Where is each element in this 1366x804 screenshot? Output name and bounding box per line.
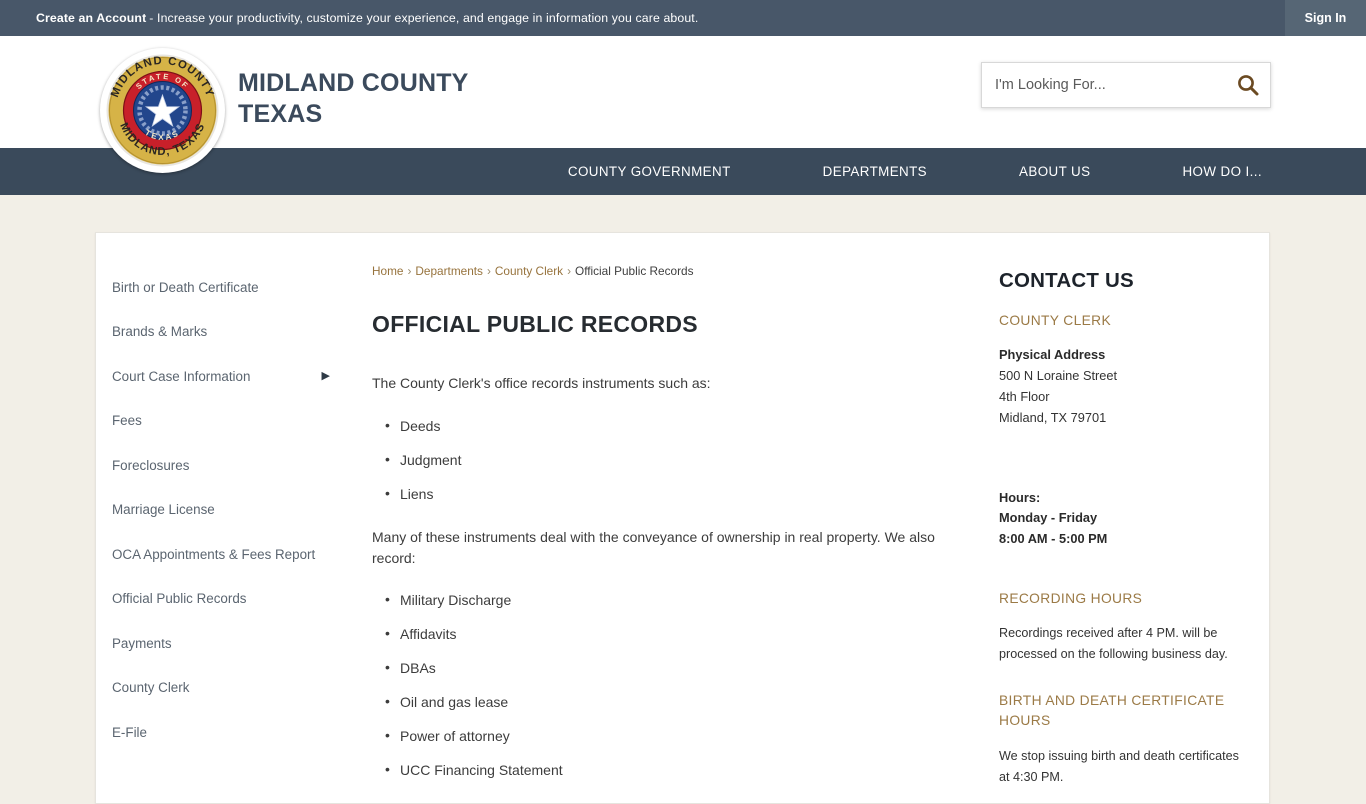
- chevron-right-icon: ▶: [321, 369, 330, 382]
- list-item: Deeds: [372, 415, 973, 437]
- contact-us-heading: CONTACT US: [999, 269, 1134, 292]
- sidebar-item-e-file[interactable]: E-File: [96, 710, 356, 755]
- sidebar-item-county-clerk[interactable]: County Clerk: [96, 666, 356, 711]
- breadcrumb-item-home[interactable]: Home: [372, 264, 403, 278]
- sidebar-item-label: Foreclosures: [112, 457, 190, 473]
- secondary-paragraph: Many of these instruments deal with the …: [372, 528, 935, 566]
- breadcrumb-item-county-clerk[interactable]: County Clerk: [495, 264, 563, 278]
- search-icon: [1238, 75, 1259, 96]
- sidebar-item-label: Brands & Marks: [112, 324, 208, 340]
- content-card: Birth or Death Certificate Brands & Mark…: [95, 232, 1270, 804]
- physical-address-label: Physical Address: [999, 347, 1106, 363]
- sidebar-item-oca-appointments-and-fees-report[interactable]: OCA Appointments & Fees Report: [96, 532, 356, 577]
- breadcrumb-item-current: Official Public Records: [575, 264, 694, 278]
- nav-item-how-do-i[interactable]: HOW DO I...: [1164, 164, 1280, 179]
- contact-department-name: COUNTY CLERK: [999, 313, 1112, 328]
- sidebar-item-marriage-license[interactable]: Marriage License: [96, 488, 356, 533]
- sidebar-item-birth-or-death-certificate[interactable]: Birth or Death Certificate: [96, 265, 356, 310]
- sidebar-item-court-case-information[interactable]: Court Case Information ▶: [96, 354, 356, 399]
- sidebar-item-label: OCA Appointments & Fees Report: [112, 546, 316, 562]
- site-title[interactable]: MIDLAND COUNTY TEXAS: [238, 68, 469, 129]
- contact-us-panel: CONTACT US COUNTY CLERK Physical Address…: [991, 233, 1269, 803]
- recording-hours-heading: RECORDING HOURS: [999, 590, 1143, 606]
- list-item: UCC Financing Statement: [372, 759, 973, 781]
- top-utility-bar: Create an Account - Increase your produc…: [0, 0, 1366, 36]
- sidebar-item-foreclosures[interactable]: Foreclosures: [96, 443, 356, 488]
- sidebar-item-label: Fees: [112, 413, 142, 429]
- breadcrumb-separator: ›: [567, 264, 572, 278]
- seal-svg: MIDLAND COUNTY MIDLAND, TEXAS STATE OF T…: [100, 48, 225, 173]
- site-title-line-1: MIDLAND COUNTY: [238, 69, 469, 97]
- office-hours-block: Hours: Monday - Friday 8:00 AM - 5:00 PM: [999, 488, 1243, 550]
- nav-item-about-us[interactable]: ABOUT US: [1001, 164, 1108, 179]
- sidebar-item-official-public-records[interactable]: Official Public Records: [96, 577, 356, 622]
- page-title: OFFICIAL PUBLIC RECORDS: [372, 311, 698, 338]
- birth-death-hours-text: We stop issuing birth and death certific…: [999, 748, 1239, 784]
- create-account-message: Create an Account - Increase your produc…: [0, 0, 698, 36]
- list-item: Military Discharge: [372, 589, 973, 611]
- breadcrumb-item-departments[interactable]: Departments: [415, 264, 483, 278]
- sign-in-button[interactable]: Sign In: [1285, 0, 1366, 36]
- list-item: Affidavits: [372, 623, 973, 645]
- recording-hours-text: Recordings received after 4 PM. will be …: [999, 626, 1228, 662]
- sidebar-item-label: E-File: [112, 724, 147, 740]
- site-header: MIDLAND COUNTY MIDLAND, TEXAS STATE OF T…: [0, 36, 1366, 173]
- sidebar-item-fees[interactable]: Fees: [96, 399, 356, 444]
- sidebar-item-payments[interactable]: Payments: [96, 621, 356, 666]
- physical-address-block: Physical Address 500 N Loraine Street 4t…: [999, 345, 1243, 428]
- address-line-3: Midland, TX 79701: [999, 409, 1107, 425]
- seal-graphic: MIDLAND COUNTY MIDLAND, TEXAS STATE OF T…: [100, 48, 225, 173]
- hours-times: 8:00 AM - 5:00 PM: [999, 531, 1108, 547]
- birth-death-hours-heading: BIRTH AND DEATH CERTIFICATE HOURS: [999, 693, 1225, 729]
- list-item: Oil and gas lease: [372, 691, 973, 713]
- search-input[interactable]: [982, 77, 1226, 93]
- sidebar-item-label: Birth or Death Certificate: [112, 279, 259, 295]
- county-seal-logo[interactable]: MIDLAND COUNTY MIDLAND, TEXAS STATE OF T…: [100, 48, 225, 173]
- sidebar-item-label: Payments: [112, 635, 172, 651]
- list-item: Judgment: [372, 449, 973, 471]
- nav-item-county-government[interactable]: COUNTY GOVERNMENT: [550, 164, 749, 179]
- section-sidebar: Birth or Death Certificate Brands & Mark…: [96, 233, 356, 803]
- main-content: Home › Departments › County Clerk › Official P…: [356, 233, 991, 803]
- hours-days: Monday - Friday: [999, 510, 1098, 526]
- records-list-secondary: Military Discharge Affidavits DBAs Oil a…: [372, 589, 973, 781]
- create-account-link[interactable]: Create an Account: [36, 11, 146, 25]
- list-item: DBAs: [372, 657, 973, 679]
- sidebar-item-label: Court Case Information: [112, 368, 251, 384]
- search-button[interactable]: [1226, 63, 1270, 107]
- site-title-line-2: TEXAS: [238, 99, 323, 128]
- address-line-1: 500 N Loraine Street: [999, 368, 1118, 384]
- records-list-primary: Deeds Judgment Liens: [372, 415, 973, 505]
- sidebar-item-label: County Clerk: [112, 680, 190, 696]
- sidebar-item-brands-and-marks[interactable]: Brands & Marks: [96, 310, 356, 355]
- breadcrumb-separator: ›: [407, 264, 412, 278]
- list-item: Power of attorney: [372, 725, 973, 747]
- breadcrumb-separator: ›: [486, 264, 491, 278]
- sidebar-item-label: Marriage License: [112, 502, 215, 518]
- site-search[interactable]: [981, 62, 1271, 108]
- list-item: Liens: [372, 483, 973, 505]
- breadcrumb: Home › Departments › County Clerk › Official P…: [372, 264, 973, 279]
- hours-label: Hours:: [999, 489, 1041, 505]
- intro-paragraph: The County Clerk's office records instru…: [372, 375, 711, 392]
- sidebar-item-label: Official Public Records: [112, 591, 247, 607]
- nav-item-departments[interactable]: DEPARTMENTS: [805, 164, 945, 179]
- create-account-description: - Increase your productivity, customize …: [149, 11, 699, 25]
- address-line-2: 4th Floor: [999, 388, 1050, 404]
